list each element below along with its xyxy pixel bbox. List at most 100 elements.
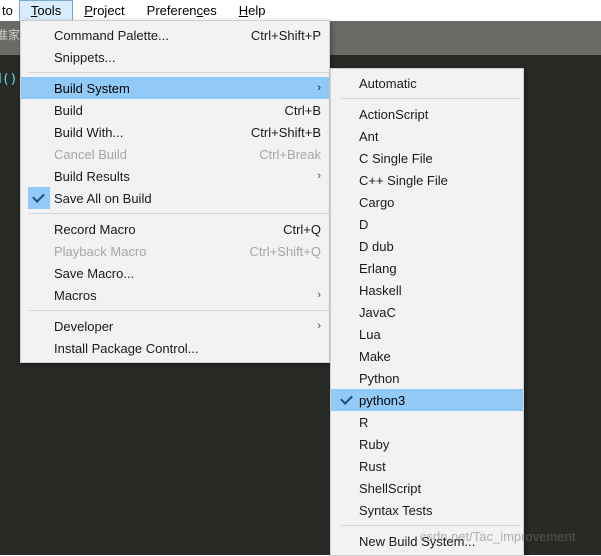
menu-item-build-with[interactable]: Build With... Ctrl+Shift+B xyxy=(21,121,329,143)
menu-separator xyxy=(29,213,329,214)
menu-item-gutter xyxy=(331,301,359,323)
menu-item-label: Record Macro xyxy=(54,221,136,237)
menu-bar: to Tools Project Preferences Help xyxy=(0,0,601,21)
menu-item-shortcut: Ctrl+Q xyxy=(283,221,321,237)
menu-item-gutter xyxy=(21,315,54,337)
menu-item-ant[interactable]: Ant xyxy=(331,125,523,147)
menu-item-label: Rust xyxy=(359,458,386,474)
menu-item-gutter xyxy=(21,337,54,359)
menu-item-gutter xyxy=(21,24,54,46)
menu-item-gutter xyxy=(331,213,359,235)
menu-item-gutter xyxy=(331,433,359,455)
menu-item-automatic[interactable]: Automatic xyxy=(331,72,523,94)
menu-item-gutter xyxy=(331,191,359,213)
menu-item-macros[interactable]: Macros › xyxy=(21,284,329,306)
menu-item-ruby[interactable]: Ruby xyxy=(331,433,523,455)
menu-item-gutter xyxy=(21,240,54,262)
menu-item-shortcut: Ctrl+Break xyxy=(259,146,321,162)
menu-item-gutter xyxy=(21,187,54,209)
menu-item-r[interactable]: R xyxy=(331,411,523,433)
menu-item-python[interactable]: Python xyxy=(331,367,523,389)
menu-item-javac[interactable]: JavaC xyxy=(331,301,523,323)
menubar-item-tools[interactable]: Tools xyxy=(18,0,74,21)
menu-item-cancel-build: Cancel Build Ctrl+Break xyxy=(21,143,329,165)
menu-item-label: Make xyxy=(359,348,391,364)
menu-item-label: D xyxy=(359,216,369,232)
menu-item-gutter xyxy=(21,262,54,284)
menubar-item-to[interactable]: to xyxy=(0,0,19,21)
menu-item-gutter xyxy=(21,121,54,143)
menu-item-syntax-tests[interactable]: Syntax Tests xyxy=(331,499,523,521)
menu-item-developer[interactable]: Developer › xyxy=(21,315,329,337)
menu-item-gutter xyxy=(331,169,359,191)
menu-item-label: Erlang xyxy=(359,260,397,276)
menubar-item-help[interactable]: Help xyxy=(228,0,277,21)
menu-item-save-macro[interactable]: Save Macro... xyxy=(21,262,329,284)
menu-item-gutter xyxy=(331,345,359,367)
menu-item-gutter xyxy=(21,218,54,240)
chevron-right-icon: › xyxy=(317,169,321,182)
menu-item-d-dub[interactable]: D dub xyxy=(331,235,523,257)
menu-item-haskell[interactable]: Haskell xyxy=(331,279,523,301)
menu-item-gutter xyxy=(21,143,54,165)
menu-item-label: Syntax Tests xyxy=(359,502,433,518)
menu-item-actionscript[interactable]: ActionScript xyxy=(331,103,523,125)
menu-item-build[interactable]: Build Ctrl+B xyxy=(21,99,329,121)
menu-item-snippets[interactable]: Snippets... xyxy=(21,46,329,68)
menu-item-cpp-single-file[interactable]: C++ Single File xyxy=(331,169,523,191)
menu-item-new-build-system[interactable]: New Build System... xyxy=(331,530,523,552)
menu-item-c-single-file[interactable]: C Single File xyxy=(331,147,523,169)
menu-item-erlang[interactable]: Erlang xyxy=(331,257,523,279)
menu-item-gutter xyxy=(331,103,359,125)
menu-item-rust[interactable]: Rust xyxy=(331,455,523,477)
menu-item-gutter xyxy=(331,257,359,279)
menu-item-gutter xyxy=(331,499,359,521)
menu-item-shortcut: Ctrl+Shift+P xyxy=(250,27,321,43)
menu-item-playback-macro: Playback Macro Ctrl+Shift+Q xyxy=(21,240,329,262)
menu-item-record-macro[interactable]: Record Macro Ctrl+Q xyxy=(21,218,329,240)
menu-item-lua[interactable]: Lua xyxy=(331,323,523,345)
menu-item-build-system[interactable]: Build System › xyxy=(21,77,329,99)
menu-item-label: Command Palette... xyxy=(54,27,169,43)
menu-item-label: Developer xyxy=(54,318,114,334)
menu-item-gutter xyxy=(331,279,359,301)
menu-item-gutter xyxy=(21,99,54,121)
menu-item-gutter xyxy=(331,530,359,552)
menu-item-make[interactable]: Make xyxy=(331,345,523,367)
menu-item-shortcut: Ctrl+B xyxy=(284,102,321,118)
menu-item-label: Snippets... xyxy=(54,49,116,65)
menubar-item-project[interactable]: Project xyxy=(73,0,135,21)
menu-item-label: Cancel Build xyxy=(54,146,127,162)
menu-item-gutter xyxy=(21,165,54,187)
menu-item-command-palette[interactable]: Command Palette... Ctrl+Shift+P xyxy=(21,24,329,46)
menu-item-gutter xyxy=(331,235,359,257)
menu-item-label: C++ Single File xyxy=(359,172,448,188)
menu-item-gutter xyxy=(21,77,54,99)
menubar-item-label: Preferences xyxy=(146,3,217,18)
menu-item-python3[interactable]: python3 xyxy=(331,389,523,411)
menu-item-label: Build xyxy=(54,102,83,118)
menubar-item-label: Project xyxy=(84,3,125,18)
tools-dropdown-menu: Command Palette... Ctrl+Shift+P Snippets..… xyxy=(20,20,330,363)
menu-item-gutter xyxy=(331,72,359,94)
menu-item-label: R xyxy=(359,414,369,430)
check-icon xyxy=(27,187,50,209)
menu-item-gutter xyxy=(331,125,359,147)
menu-item-build-results[interactable]: Build Results › xyxy=(21,165,329,187)
menu-item-label: Build Results xyxy=(54,168,130,184)
menu-item-label: ActionScript xyxy=(359,106,429,122)
menu-item-cargo[interactable]: Cargo xyxy=(331,191,523,213)
menu-item-gutter xyxy=(331,389,359,411)
build-system-submenu: Automatic ActionScript Ant C Single File C++… xyxy=(330,68,524,556)
menu-item-shortcut: Ctrl+Shift+Q xyxy=(249,243,321,259)
menu-item-shellscript[interactable]: ShellScript xyxy=(331,477,523,499)
menu-item-shortcut: Ctrl+Shift+B xyxy=(250,124,321,140)
menu-item-label: Install Package Control... xyxy=(54,340,199,356)
menubar-item-label: Help xyxy=(238,3,266,18)
menu-item-d[interactable]: D xyxy=(331,213,523,235)
menu-item-label: Python xyxy=(359,370,400,386)
menu-item-save-all-on-build[interactable]: Save All on Build xyxy=(21,187,329,209)
menu-item-install-package-control[interactable]: Install Package Control... xyxy=(21,337,329,359)
menu-item-gutter xyxy=(331,477,359,499)
menubar-item-preferences[interactable]: Preferences xyxy=(136,0,228,21)
